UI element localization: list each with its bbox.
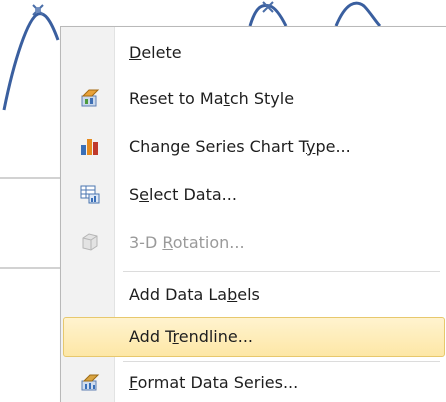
menu-item-add-data-labels[interactable]: Add Data Labels (63, 275, 445, 315)
menu-separator (123, 361, 440, 362)
menu-item-label: Format Data Series... (129, 373, 299, 392)
menu-item-change-series-chart-type[interactable]: Change Series Chart Type... (63, 127, 445, 167)
select-data-icon (80, 185, 100, 204)
data-series-line[interactable] (2, 12, 60, 111)
menu-item-reset-to-match-style[interactable]: Reset to Match Style (63, 79, 445, 119)
menu-item-label: Select Data... (129, 185, 237, 204)
menu-item-select-data[interactable]: Select Data... (63, 175, 445, 215)
context-menu: Delete Reset to Match Style Change Serie… (60, 26, 446, 402)
menu-item-3d-rotation: 3-D Rotation... (63, 223, 445, 263)
menu-item-add-trendline[interactable]: Add Trendline... (63, 317, 445, 357)
menu-item-delete[interactable]: Delete (63, 33, 445, 73)
menu-item-label: Reset to Match Style (129, 89, 295, 108)
menu-item-label: Add Trendline... (129, 327, 253, 346)
format-data-series-icon (81, 374, 100, 391)
data-series-line[interactable] (248, 3, 288, 27)
3d-rotation-icon (82, 233, 98, 251)
reset-style-icon (81, 89, 100, 107)
menu-item-format-data-series[interactable]: Format Data Series... (63, 363, 445, 402)
change-chart-type-icon (81, 139, 98, 155)
menu-item-label: Delete (129, 43, 182, 62)
menu-item-label: Change Series Chart Type... (129, 137, 351, 156)
menu-separator (123, 271, 440, 272)
menu-item-label: Add Data Labels (129, 285, 260, 304)
menu-item-label: 3-D Rotation... (129, 233, 245, 252)
excel-chart-area[interactable]: Delete Reset to Match Style Change Serie… (0, 0, 446, 402)
data-series-line[interactable] (334, 1, 382, 28)
